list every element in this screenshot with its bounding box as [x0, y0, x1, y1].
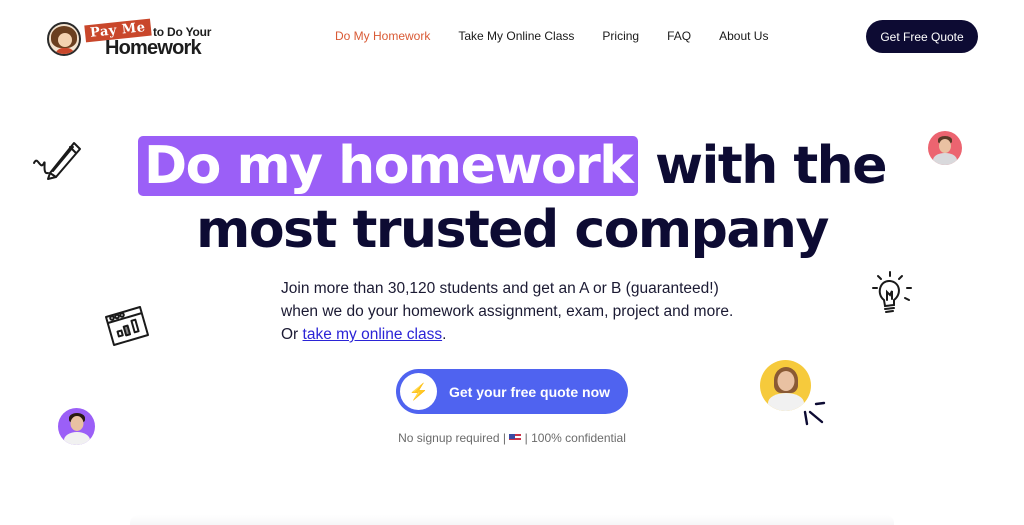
site-header: Pay Me to Do Your Homework Do My Homewor… [0, 0, 1024, 75]
hero-title-highlight: Do my homework [138, 136, 639, 196]
browser-chart-icon [105, 306, 149, 346]
hero-note: No signup required | | 100% confidential [0, 431, 1024, 445]
nav-about-us[interactable]: About Us [719, 29, 768, 43]
nav-faq[interactable]: FAQ [667, 29, 691, 43]
pencil-icon [33, 142, 81, 180]
avatar-purple [58, 408, 95, 445]
get-your-free-quote-button[interactable]: ⚡ Get your free quote now [396, 369, 628, 414]
lightning-bolt-icon: ⚡ [400, 373, 437, 410]
hero-title: Do my homework with the most trusted com… [0, 134, 1024, 262]
hero-title-line2: most trusted company [196, 200, 829, 260]
lightbulb-icon [872, 271, 912, 313]
hero-subtext-period: . [442, 326, 447, 343]
note-no-signup: No signup required | [398, 431, 506, 445]
us-flag-icon [509, 434, 522, 442]
nav-do-my-homework[interactable]: Do My Homework [335, 29, 430, 43]
logo[interactable]: Pay Me to Do Your Homework [47, 18, 227, 60]
section-card-edge [130, 515, 894, 525]
logo-homework: Homework [105, 37, 202, 59]
logo-mascot-icon [47, 22, 81, 56]
nav-pricing[interactable]: Pricing [602, 29, 639, 43]
hero-subtext-main: Join more than 30,120 students and get a… [281, 280, 734, 320]
hero-title-line1-rest: with the [654, 136, 888, 196]
cta-label: Get your free quote now [449, 383, 611, 400]
note-confidential: | 100% confidential [524, 431, 626, 445]
main-nav: Do My Homework Take My Online Class Pric… [335, 29, 768, 43]
hero-subtext-or: Or [281, 326, 299, 343]
nav-take-my-online-class[interactable]: Take My Online Class [458, 29, 574, 43]
take-my-online-class-link[interactable]: take my online class [303, 326, 443, 343]
get-free-quote-button[interactable]: Get Free Quote [866, 20, 978, 53]
avatar-yellow [760, 360, 811, 411]
avatar-red [928, 131, 962, 165]
hero-subtext: Join more than 30,120 students and get a… [281, 277, 751, 346]
